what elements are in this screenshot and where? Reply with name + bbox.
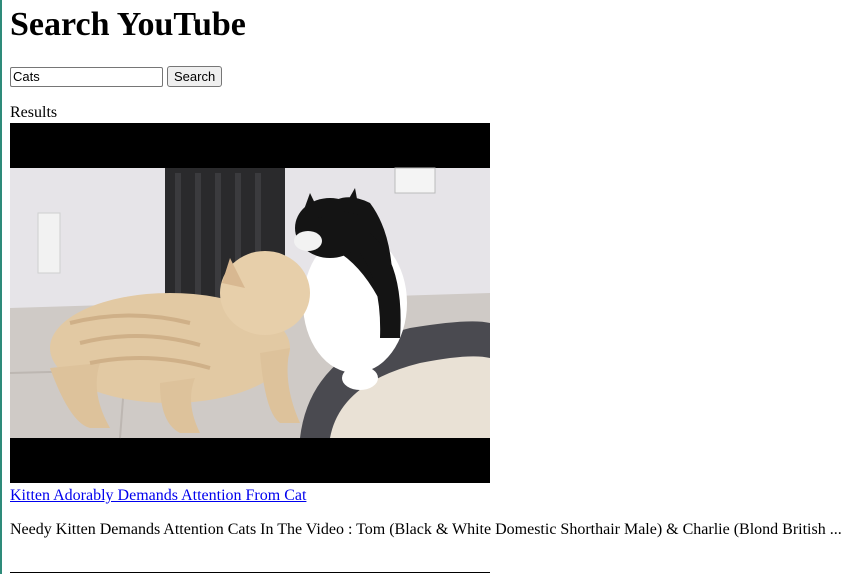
- search-input[interactable]: [10, 66, 163, 87]
- search-form: Search: [10, 66, 223, 87]
- window-left-edge: [0, 0, 2, 574]
- video-description: Needy Kitten Demands Attention Cats In T…: [10, 521, 842, 538]
- page-title: Search YouTube: [10, 6, 246, 43]
- search-button[interactable]: Search: [167, 66, 223, 87]
- video-title-link[interactable]: Kitten Adorably Demands Attention From C…: [10, 486, 306, 506]
- results-heading: Results: [10, 104, 58, 121]
- result-divider: [10, 572, 490, 573]
- thumbnail-image: [10, 123, 490, 483]
- video-thumbnail[interactable]: [10, 123, 490, 483]
- thumbnail-photo: [10, 167, 490, 439]
